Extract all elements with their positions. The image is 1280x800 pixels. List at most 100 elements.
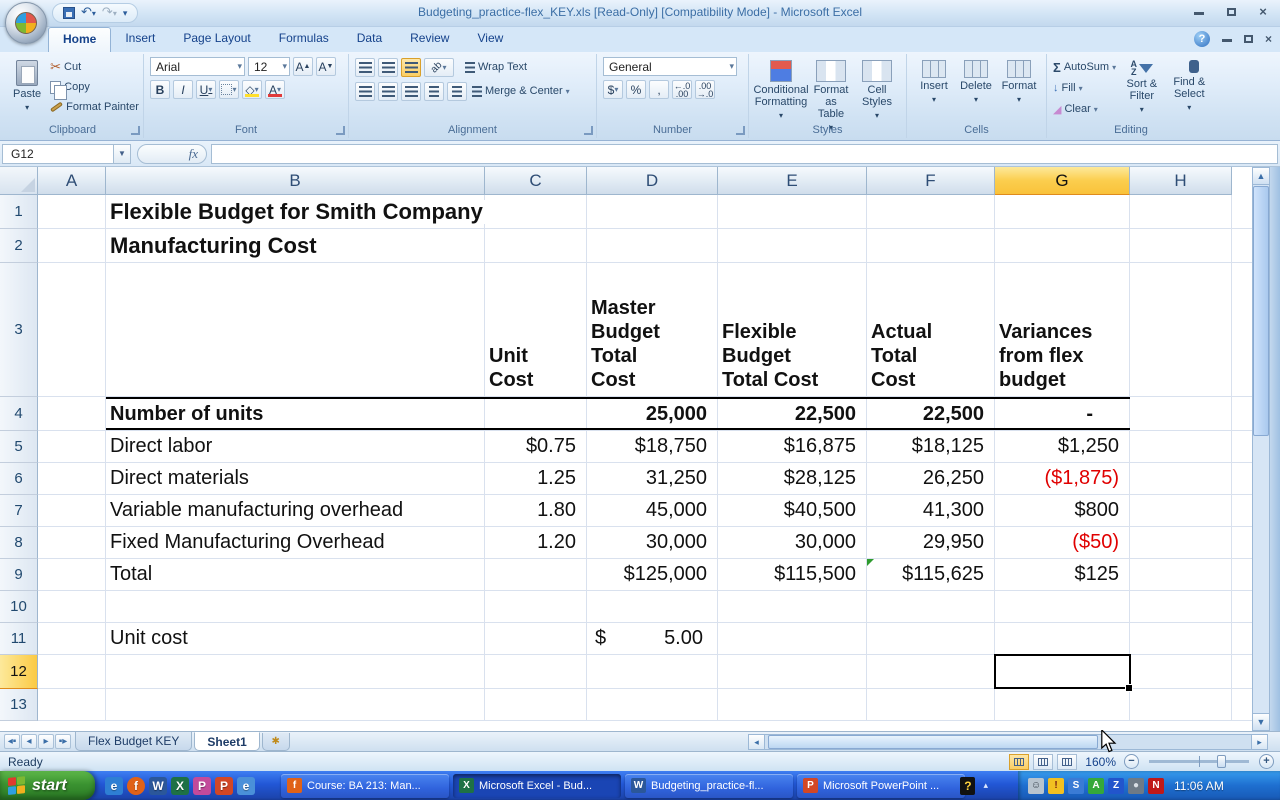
- align-top-button[interactable]: [355, 58, 375, 77]
- cell-B13[interactable]: [106, 689, 485, 720]
- cell-D8[interactable]: 30,000: [587, 527, 718, 558]
- workbook-restore-button[interactable]: [1244, 32, 1253, 46]
- tab-view[interactable]: View: [463, 27, 517, 52]
- taskbar-button-excel[interactable]: XMicrosoft Excel - Bud...: [453, 774, 621, 798]
- percent-style-button[interactable]: %: [626, 80, 646, 99]
- column-header-D[interactable]: D: [587, 167, 718, 195]
- cell-C9[interactable]: [485, 559, 587, 590]
- cell-C13[interactable]: [485, 689, 587, 720]
- increase-indent-button[interactable]: [447, 82, 467, 101]
- align-center-button[interactable]: [378, 82, 398, 101]
- cell-D5[interactable]: $18,750: [587, 431, 718, 462]
- cell-A5[interactable]: [38, 431, 106, 462]
- workbook-minimize-button[interactable]: [1222, 32, 1232, 46]
- cell-F8[interactable]: 29,950: [867, 527, 995, 558]
- column-header-G[interactable]: G: [995, 167, 1130, 195]
- help-icon[interactable]: ?: [1194, 31, 1210, 47]
- row-header-6[interactable]: 6: [0, 463, 38, 495]
- cell-F13[interactable]: [867, 689, 995, 720]
- cell-F1[interactable]: [867, 195, 995, 228]
- tab-home[interactable]: Home: [48, 27, 111, 52]
- normal-view-button[interactable]: [1009, 754, 1029, 770]
- cell-E11[interactable]: [718, 623, 867, 654]
- cell-C6[interactable]: 1.25: [485, 463, 587, 494]
- zoom-slider-thumb[interactable]: [1217, 755, 1226, 768]
- paste-button[interactable]: Paste▾: [8, 57, 46, 117]
- cell-D9[interactable]: $125,000: [587, 559, 718, 590]
- tab-review[interactable]: Review: [396, 27, 463, 52]
- column-header-F[interactable]: F: [867, 167, 995, 195]
- cell-F11[interactable]: [867, 623, 995, 654]
- cell-H9[interactable]: [1130, 559, 1232, 590]
- align-middle-button[interactable]: [378, 58, 398, 77]
- cell-B6[interactable]: Direct materials: [106, 463, 485, 494]
- row-header-2[interactable]: 2: [0, 229, 38, 263]
- cell-D11[interactable]: $5.00: [587, 623, 718, 654]
- cell-G4[interactable]: -: [995, 397, 1130, 430]
- shrink-font-button[interactable]: A▼: [316, 57, 336, 76]
- cell-D3[interactable]: Master Budget Total Cost: [587, 263, 718, 396]
- cell-E10[interactable]: [718, 591, 867, 622]
- tray-help-icon[interactable]: ?: [960, 777, 975, 795]
- cell-B8[interactable]: Fixed Manufacturing Overhead: [106, 527, 485, 558]
- orientation-button[interactable]: ab▾: [424, 58, 454, 77]
- cell-G9[interactable]: $125: [995, 559, 1130, 590]
- column-header-H[interactable]: H: [1130, 167, 1232, 195]
- taskbar-button-firefox[interactable]: fCourse: BA 213: Man...: [281, 774, 449, 798]
- column-header-A[interactable]: A: [38, 167, 106, 195]
- cell-G11[interactable]: [995, 623, 1130, 654]
- comma-style-button[interactable]: ,: [649, 80, 669, 99]
- cell-G1[interactable]: [995, 195, 1130, 228]
- row-header-9[interactable]: 9: [0, 559, 38, 591]
- security-shield-icon[interactable]: !: [1048, 778, 1064, 794]
- start-button[interactable]: start: [0, 771, 95, 800]
- cell-H7[interactable]: [1130, 495, 1232, 526]
- align-right-button[interactable]: [401, 82, 421, 101]
- decrease-decimal-button[interactable]: .00→.0: [695, 80, 715, 99]
- cell-G12[interactable]: [995, 655, 1130, 688]
- number-format-select[interactable]: General▾: [603, 57, 737, 76]
- first-sheet-button[interactable]: ◂▪: [4, 734, 20, 749]
- page-layout-view-button[interactable]: [1033, 754, 1053, 770]
- wrap-text-button[interactable]: Wrap Text: [465, 57, 527, 77]
- cell-H1[interactable]: [1130, 195, 1232, 228]
- cell-A13[interactable]: [38, 689, 106, 720]
- taskbar-button-powerpoint[interactable]: PMicrosoft PowerPoint ...: [797, 774, 965, 798]
- zoom-in-button[interactable]: +: [1259, 754, 1274, 769]
- cell-C8[interactable]: 1.20: [485, 527, 587, 558]
- cell-H6[interactable]: [1130, 463, 1232, 494]
- cell-E7[interactable]: $40,500: [718, 495, 867, 526]
- grow-font-button[interactable]: A▲: [293, 57, 313, 76]
- cell-H10[interactable]: [1130, 591, 1232, 622]
- align-bottom-button[interactable]: [401, 58, 421, 77]
- find-select-button[interactable]: Find & Select▾: [1168, 57, 1211, 119]
- bold-button[interactable]: B: [150, 80, 170, 99]
- powerpoint-icon[interactable]: P: [215, 777, 233, 795]
- underline-button[interactable]: U▾: [196, 80, 216, 99]
- column-header-B[interactable]: B: [106, 167, 485, 195]
- cell-F12[interactable]: [867, 655, 995, 688]
- name-box[interactable]: G12: [2, 144, 114, 164]
- row-header-12[interactable]: 12: [0, 655, 38, 689]
- cell-F3[interactable]: Actual Total Cost: [867, 263, 995, 396]
- cell-A6[interactable]: [38, 463, 106, 494]
- delete-cells-button[interactable]: Delete▾: [955, 57, 997, 109]
- cell-A7[interactable]: [38, 495, 106, 526]
- cell-F6[interactable]: 26,250: [867, 463, 995, 494]
- internet-explorer-icon[interactable]: e: [105, 777, 123, 795]
- customize-qat-button[interactable]: ▾: [123, 5, 128, 21]
- row-header-10[interactable]: 10: [0, 591, 38, 623]
- cell-C1[interactable]: [485, 195, 587, 228]
- cell-C4[interactable]: [485, 397, 587, 430]
- cell-C2[interactable]: [485, 229, 587, 262]
- publisher-icon[interactable]: P: [193, 777, 211, 795]
- name-box-dropdown[interactable]: ▼: [114, 144, 131, 164]
- z-app-icon[interactable]: Z: [1108, 778, 1124, 794]
- save-icon[interactable]: [63, 7, 75, 19]
- camera-icon[interactable]: ●: [1128, 778, 1144, 794]
- cell-D12[interactable]: [587, 655, 718, 688]
- cell-B2[interactable]: Manufacturing Cost: [106, 229, 485, 262]
- cell-G3[interactable]: Variances from flex budget: [995, 263, 1130, 396]
- row-header-1[interactable]: 1: [0, 195, 38, 229]
- scroll-down-icon[interactable]: ▼: [1253, 713, 1269, 730]
